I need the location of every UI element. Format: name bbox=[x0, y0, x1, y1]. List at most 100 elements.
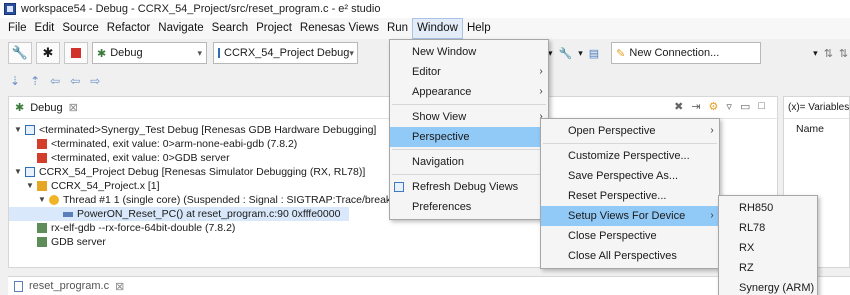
menu-window[interactable]: Window bbox=[412, 18, 463, 39]
submenu-arrow-icon: › bbox=[539, 86, 543, 97]
editor-tab-label: reset_program.c bbox=[29, 280, 110, 292]
c-file-icon bbox=[14, 280, 23, 292]
menu-navigate[interactable]: Navigate bbox=[154, 18, 207, 39]
tree-label: CCRX_54_Project Debug [Renesas Simulator… bbox=[39, 166, 366, 178]
menu-item-rz[interactable]: RZ bbox=[719, 258, 817, 278]
menu-refactor[interactable]: Refactor bbox=[103, 18, 154, 39]
bug-icon: ✱ bbox=[15, 102, 25, 114]
close-icon[interactable]: ⊠ bbox=[69, 101, 78, 114]
bug-icon: ✱ bbox=[97, 47, 107, 60]
process-icon bbox=[37, 139, 47, 149]
menu-item-save-perspective-as[interactable]: Save Perspective As... bbox=[541, 166, 719, 186]
window-title: workspace54 - Debug - CCRX_54_Project/sr… bbox=[21, 3, 381, 15]
tree-label: Thread #1 1 (single core) (Suspended : S… bbox=[63, 194, 406, 206]
chevron-down-icon[interactable]: ▼ bbox=[25, 179, 35, 193]
menu-item-synergy-arm[interactable]: Synergy (ARM) bbox=[719, 278, 817, 295]
menu-item-open-perspective[interactable]: Open Perspective › bbox=[541, 121, 719, 141]
build-icon[interactable]: ✱ bbox=[36, 42, 60, 64]
view-menu-icon[interactable]: ▿ bbox=[726, 100, 732, 113]
debug-view-tools: ✖ ⇥ ⚙ ▿ ▭ □ bbox=[674, 100, 765, 113]
menu-project[interactable]: Project bbox=[252, 18, 296, 39]
sort-icon[interactable]: ⇅ bbox=[839, 47, 848, 60]
sort-icon[interactable]: ⇅ bbox=[824, 47, 833, 60]
devices-submenu: RH850 RL78 RX RZ Synergy (ARM) bbox=[718, 195, 818, 295]
tree-label: <terminated>Synergy_Test Debug [Renesas … bbox=[39, 124, 377, 136]
navigation-toolbar: ⇣ ⇡ ⇦ ⇦ ⇨ bbox=[0, 70, 400, 92]
menu-search[interactable]: Search bbox=[208, 18, 252, 39]
process-icon bbox=[37, 237, 47, 247]
menu-item-perspective[interactable]: Perspective› bbox=[390, 127, 548, 147]
menu-item-label: Synergy (ARM) bbox=[739, 282, 815, 294]
step-icon[interactable]: ⇥ bbox=[691, 100, 700, 113]
next-annotation-icon[interactable]: ⇣ bbox=[10, 74, 20, 88]
launch-mode-combo[interactable]: ✱ Debug ▾ bbox=[92, 42, 207, 64]
stop-button[interactable] bbox=[64, 42, 88, 64]
menu-item-rl78[interactable]: RL78 bbox=[719, 218, 817, 238]
submenu-arrow-icon: › bbox=[539, 66, 543, 77]
menu-run[interactable]: Run bbox=[383, 18, 412, 39]
tree-label: GDB server bbox=[51, 236, 106, 248]
launch-config-combo[interactable]: CCRX_54_Project Debug ▾ bbox=[213, 42, 358, 64]
dropdown-icon[interactable]: ▾ bbox=[578, 48, 583, 59]
last-edit-icon[interactable]: ⇦ bbox=[50, 74, 60, 88]
menu-help[interactable]: Help bbox=[463, 18, 495, 39]
connection-value: New Connection... bbox=[629, 47, 720, 59]
forward-icon[interactable]: ⇨ bbox=[90, 74, 100, 88]
maximize-icon[interactable]: □ bbox=[758, 100, 765, 113]
remove-terminated-icon[interactable]: ✖ bbox=[674, 100, 683, 113]
submenu-arrow-icon: › bbox=[710, 125, 714, 136]
menu-item-refresh-debug-views[interactable]: Refresh Debug Views bbox=[390, 177, 548, 197]
menu-item-close-perspective[interactable]: Close Perspective bbox=[541, 226, 719, 246]
prev-annotation-icon[interactable]: ⇡ bbox=[30, 74, 40, 88]
minimize-icon[interactable]: ▭ bbox=[740, 100, 750, 113]
dropdown-icon[interactable]: ▾ bbox=[813, 48, 818, 59]
menu-item-navigation[interactable]: Navigation› bbox=[390, 152, 548, 172]
menu-item-label: Refresh Debug Views bbox=[412, 181, 519, 193]
tools-icon[interactable]: 🔧 bbox=[8, 42, 32, 64]
menu-item-appearance[interactable]: Appearance › bbox=[390, 82, 548, 102]
process-icon bbox=[37, 223, 47, 233]
chevron-down-icon[interactable]: ▼ bbox=[37, 193, 47, 207]
close-icon[interactable]: ⊠ bbox=[115, 280, 124, 293]
app-icon bbox=[4, 3, 16, 15]
menu-item-rh850[interactable]: RH850 bbox=[719, 198, 817, 218]
connection-combo[interactable]: ✎ New Connection... bbox=[611, 42, 762, 64]
window-menu: New Window Editor › Appearance › Show View… bbox=[389, 39, 549, 220]
link-icon[interactable]: ⚙ bbox=[709, 100, 719, 113]
menu-item-rx[interactable]: RX bbox=[719, 238, 817, 258]
tree-row-selected[interactable]: PowerON_Reset_PC() at reset_program.c:90… bbox=[9, 207, 349, 221]
menu-item-show-view[interactable]: Show View › bbox=[390, 107, 548, 127]
menu-item-label: Show View bbox=[412, 111, 467, 123]
chevron-down-icon[interactable]: ▼ bbox=[13, 165, 23, 179]
menu-item-customize-perspective[interactable]: Customize Perspective... bbox=[541, 146, 719, 166]
menu-item-new-window[interactable]: New Window bbox=[390, 42, 548, 62]
stack-frame-icon bbox=[63, 211, 73, 217]
menu-item-label: Reset Perspective... bbox=[568, 190, 667, 202]
menu-item-editor[interactable]: Editor › bbox=[390, 62, 548, 82]
menu-item-label: Close Perspective bbox=[568, 230, 657, 242]
config-icon bbox=[218, 48, 220, 58]
menu-item-preferences[interactable]: Preferences bbox=[390, 197, 548, 217]
disk-icon[interactable]: ▤ bbox=[589, 47, 599, 60]
menu-item-label: RZ bbox=[739, 262, 754, 274]
menu-item-reset-perspective[interactable]: Reset Perspective... bbox=[541, 186, 719, 206]
menu-renesas-views[interactable]: Renesas Views bbox=[296, 18, 383, 39]
thread-icon bbox=[49, 195, 59, 205]
chevron-down-icon[interactable]: ▼ bbox=[13, 123, 23, 137]
menu-edit[interactable]: Edit bbox=[31, 18, 59, 39]
menu-item-close-all-perspectives[interactable]: Close All Perspectives bbox=[541, 246, 719, 266]
connection-toolbar: ▾ 🔧 ▾ ▤ ✎ New Connection... ▾ ⇅ ⇅ ▥ bbox=[548, 40, 850, 66]
menu-source[interactable]: Source bbox=[58, 18, 102, 39]
menu-separator bbox=[392, 174, 546, 175]
variables-tab[interactable]: (x)= Variables bbox=[784, 97, 849, 119]
stop-icon bbox=[71, 48, 81, 58]
connection-icon: ✎ bbox=[616, 47, 626, 60]
perspective-submenu: Open Perspective › Customize Perspective.… bbox=[540, 118, 720, 269]
menu-item-label: Preferences bbox=[412, 201, 472, 213]
menu-file[interactable]: File bbox=[4, 18, 31, 39]
wrench-icon[interactable]: 🔧 bbox=[559, 47, 573, 60]
menu-separator bbox=[392, 149, 546, 150]
name-column-header[interactable]: Name bbox=[784, 119, 849, 135]
back-icon[interactable]: ⇦ bbox=[70, 74, 80, 88]
menu-item-setup-views-for-device[interactable]: Setup Views For Device › bbox=[541, 206, 719, 226]
